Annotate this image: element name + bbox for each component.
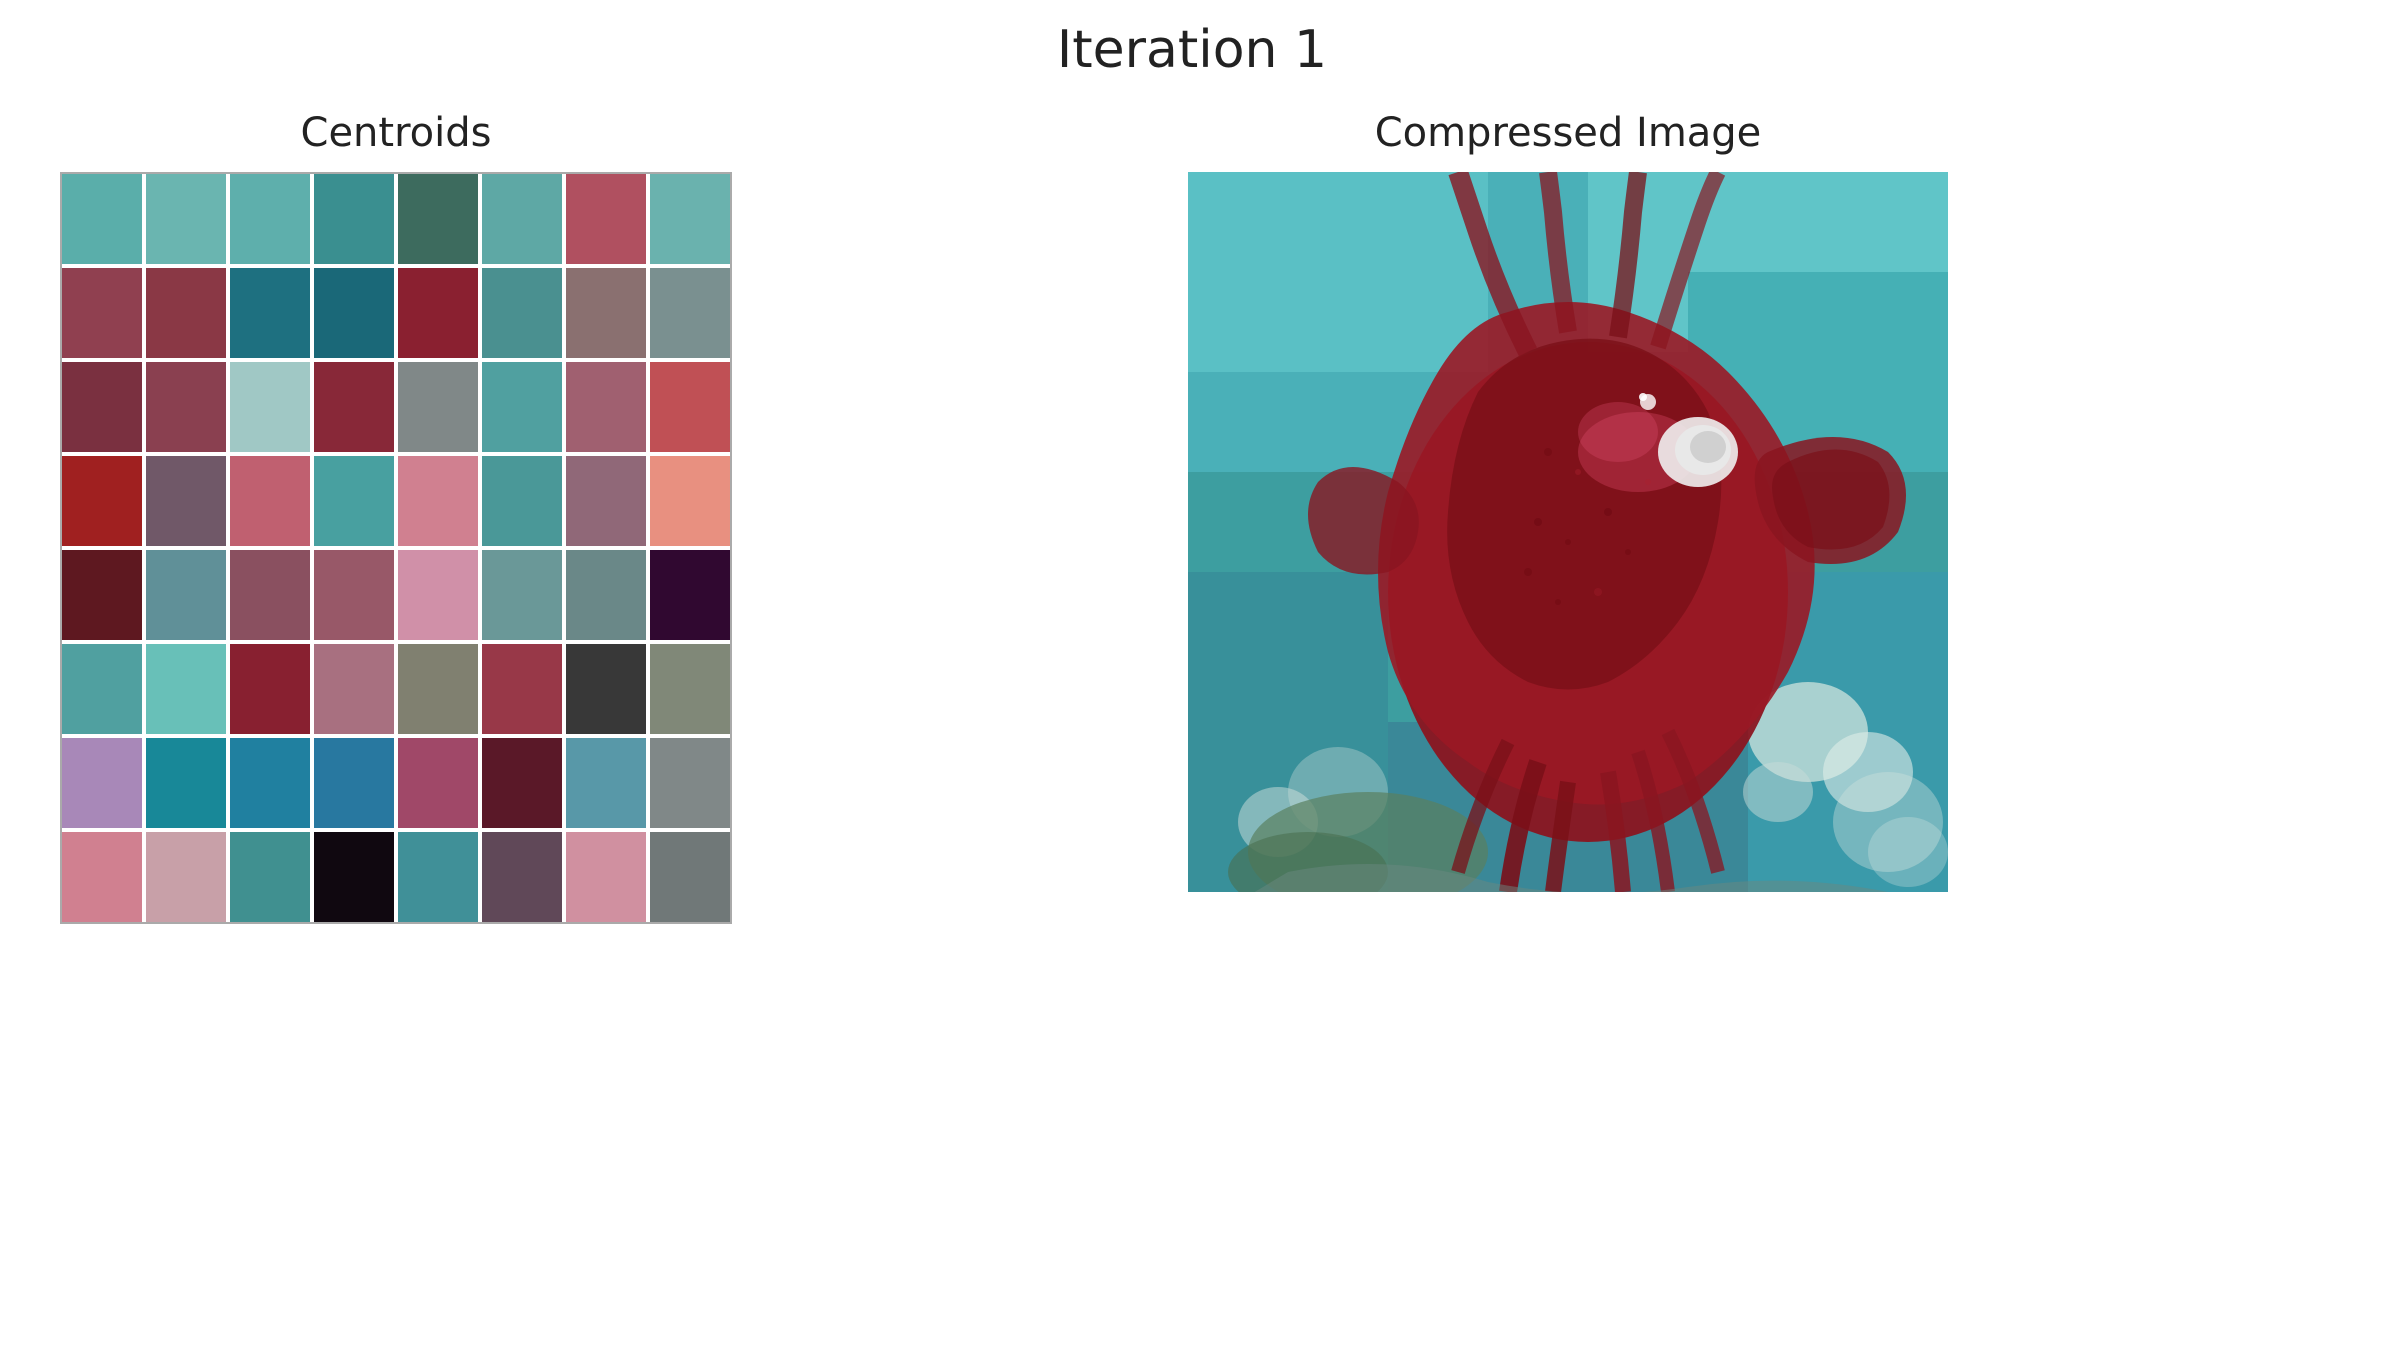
color-grid — [60, 172, 732, 924]
color-cell — [482, 738, 562, 828]
color-cell — [230, 174, 310, 264]
color-cell — [314, 644, 394, 734]
color-cell — [566, 174, 646, 264]
color-cell — [314, 456, 394, 546]
color-cell — [62, 456, 142, 546]
centroids-label: Centroids — [301, 110, 492, 156]
color-cell — [230, 268, 310, 358]
color-cell — [650, 644, 730, 734]
color-cell — [650, 268, 730, 358]
color-cell — [650, 362, 730, 452]
color-cell — [482, 268, 562, 358]
color-cell — [482, 832, 562, 922]
color-cell — [230, 456, 310, 546]
color-cell — [650, 738, 730, 828]
color-cell — [650, 550, 730, 640]
left-panel: Centroids — [60, 110, 732, 924]
color-cell — [146, 362, 226, 452]
color-cell — [62, 268, 142, 358]
color-cell — [146, 832, 226, 922]
color-cell — [398, 832, 478, 922]
color-cell — [230, 362, 310, 452]
color-cell — [566, 832, 646, 922]
color-cell — [62, 362, 142, 452]
color-cell — [398, 550, 478, 640]
color-cell — [650, 832, 730, 922]
color-cell — [398, 456, 478, 546]
compressed-image-container — [1188, 172, 1948, 892]
color-cell — [146, 550, 226, 640]
color-cell — [230, 550, 310, 640]
color-cell — [566, 644, 646, 734]
color-cell — [314, 550, 394, 640]
color-cell — [398, 644, 478, 734]
color-cell — [314, 832, 394, 922]
color-cell — [482, 644, 562, 734]
color-cell — [146, 738, 226, 828]
color-cell — [146, 456, 226, 546]
color-cell — [398, 268, 478, 358]
color-cell — [398, 738, 478, 828]
color-cell — [398, 174, 478, 264]
color-cell — [314, 362, 394, 452]
color-cell — [566, 550, 646, 640]
color-cell — [482, 550, 562, 640]
compressed-image — [1188, 172, 1948, 892]
color-cell — [314, 268, 394, 358]
page-title: Iteration 1 — [0, 0, 2384, 90]
color-cell — [482, 174, 562, 264]
color-cell — [650, 174, 730, 264]
color-cell — [230, 832, 310, 922]
color-cell — [62, 738, 142, 828]
color-cell — [566, 738, 646, 828]
color-cell — [482, 362, 562, 452]
color-cell — [566, 268, 646, 358]
color-cell — [230, 738, 310, 828]
color-cell — [482, 456, 562, 546]
color-cell — [62, 832, 142, 922]
compressed-image-label: Compressed Image — [1375, 110, 1762, 156]
color-cell — [146, 644, 226, 734]
color-cell — [146, 174, 226, 264]
color-cell — [650, 456, 730, 546]
color-cell — [314, 174, 394, 264]
color-cell — [62, 550, 142, 640]
right-panel: Compressed Image — [812, 110, 2324, 892]
color-cell — [62, 644, 142, 734]
color-cell — [314, 738, 394, 828]
color-cell — [566, 362, 646, 452]
color-cell — [398, 362, 478, 452]
color-cell — [230, 644, 310, 734]
color-cell — [566, 456, 646, 546]
color-cell — [146, 268, 226, 358]
color-cell — [62, 174, 142, 264]
